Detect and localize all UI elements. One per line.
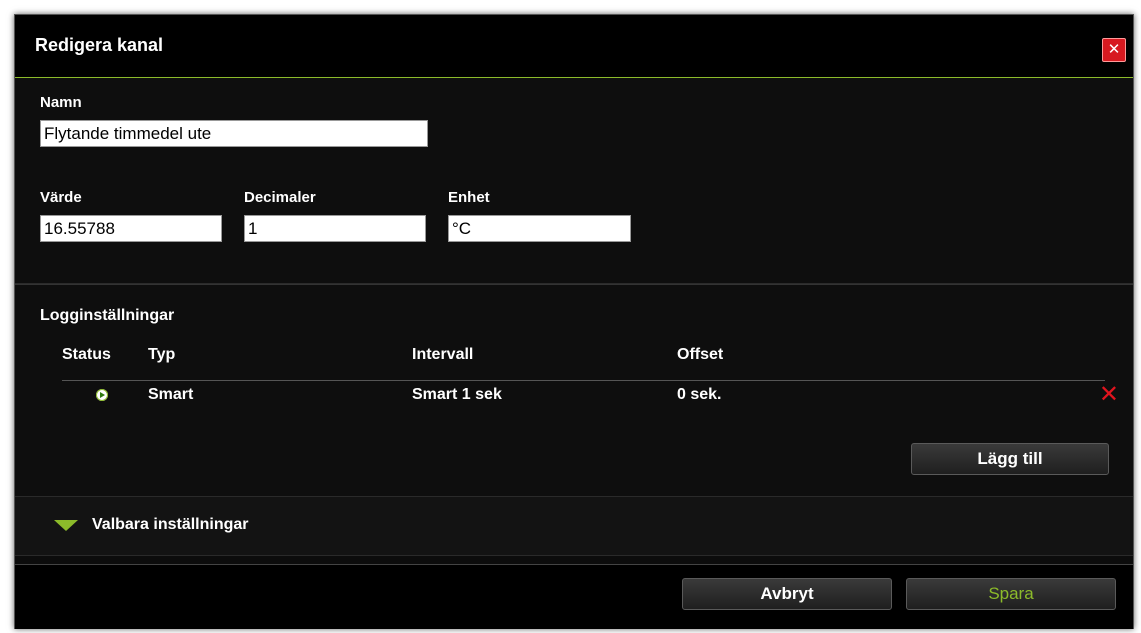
delete-icon[interactable]: ✕	[1099, 383, 1119, 407]
row-offset: 0 sek.	[677, 386, 722, 403]
unit-label: Enhet	[448, 189, 490, 206]
dialog-title: Redigera kanal	[35, 35, 164, 55]
column-offset: Offset	[677, 346, 724, 363]
basic-settings-section: Namn Värde Decimaler Enhet	[15, 78, 1133, 284]
table-divider	[62, 380, 1105, 381]
unit-input[interactable]	[448, 215, 631, 242]
cancel-button[interactable]: Avbryt	[682, 578, 892, 610]
optional-settings-label: Valbara inställningar	[92, 516, 249, 533]
optional-settings-toggle[interactable]: Valbara inställningar	[15, 496, 1133, 556]
dialog-footer: Avbryt Spara	[15, 564, 1133, 629]
close-icon[interactable]: ✕	[1102, 38, 1126, 62]
play-icon[interactable]	[96, 389, 108, 401]
row-interval: Smart 1 sek	[412, 386, 502, 403]
column-interval: Intervall	[412, 346, 474, 363]
column-status: Status	[62, 346, 111, 363]
column-type: Typ	[148, 346, 176, 363]
value-input[interactable]	[40, 215, 222, 242]
add-log-button[interactable]: Lägg till	[911, 443, 1109, 475]
decimals-input[interactable]	[244, 215, 426, 242]
logging-section: Logginställningar Status Typ Intervall O…	[15, 284, 1133, 496]
save-button[interactable]: Spara	[906, 578, 1116, 610]
decimals-label: Decimaler	[244, 189, 316, 206]
logging-heading: Logginställningar	[40, 307, 175, 324]
name-label: Namn	[40, 94, 82, 111]
dialog-titlebar: Redigera kanal ✕	[15, 15, 1133, 78]
value-label: Värde	[40, 189, 82, 206]
name-input[interactable]	[40, 120, 428, 147]
edit-channel-dialog: Redigera kanal ✕ Namn Värde Decimaler En…	[14, 14, 1134, 629]
row-type: Smart	[148, 386, 194, 403]
triangle-down-icon	[54, 520, 78, 531]
